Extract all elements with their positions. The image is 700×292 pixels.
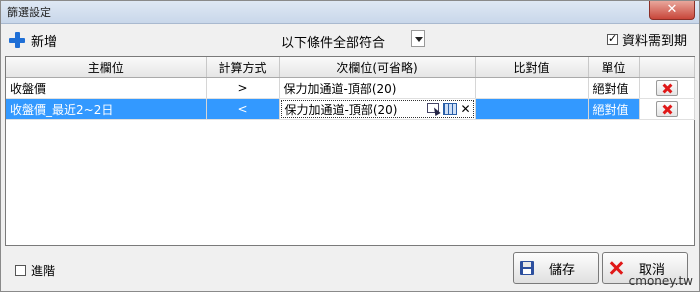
main-field-cell[interactable]: 收盤價 — [6, 77, 207, 99]
column-header-compare-value[interactable]: 比對值 — [475, 57, 589, 78]
secondary-field-input[interactable]: 保力加通道-頂部(20) ✕ — [280, 100, 474, 118]
save-button-label: 儲存 — [548, 262, 575, 278]
watermark: cmoney.tw — [628, 274, 693, 288]
filter-settings-dialog: 篩選設定 ✕ 新增 以下條件全部符合 資料需到期 主欄位 計算方式 次欄位(可省… — [0, 0, 700, 292]
column-header-delete — [639, 57, 695, 78]
close-button[interactable]: ✕ — [649, 1, 695, 20]
checkbox-unchecked-icon[interactable] — [15, 265, 26, 276]
column-header-main-field[interactable]: 主欄位 — [6, 57, 207, 78]
delete-row-button[interactable] — [655, 101, 678, 117]
plus-icon — [9, 32, 25, 48]
table-row[interactable]: 收盤價 > 保力加通道-頂部(20) 絕對值 — [6, 77, 695, 99]
main-field-cell[interactable]: 收盤價_最近2~2日 — [6, 98, 207, 120]
secondary-field-cell[interactable]: 保力加通道-頂部(20) — [279, 77, 476, 99]
operator-cell[interactable]: < — [206, 98, 280, 120]
save-button[interactable]: 儲存 — [513, 252, 599, 284]
chevron-down-icon[interactable] — [411, 30, 425, 47]
unit-cell[interactable]: 絕對值 — [588, 77, 640, 99]
editor-buttons: ✕ — [426, 102, 471, 115]
column-header-secondary-field[interactable]: 次欄位(可省略) — [279, 57, 476, 78]
table-select-icon[interactable] — [443, 102, 458, 115]
secondary-field-editor[interactable]: 保力加通道-頂部(20) ✕ — [279, 98, 476, 120]
toolbar: 新增 以下條件全部符合 資料需到期 — [5, 26, 695, 54]
delete-row-button[interactable] — [655, 80, 678, 96]
conditions-grid: 主欄位 計算方式 次欄位(可省略) 比對值 單位 收盤價 > 保力加通道-頂部(… — [5, 56, 695, 246]
table-row-selected[interactable]: 收盤價_最近2~2日 < 保力加通道-頂部(20) ✕ 絕對值 — [6, 98, 695, 120]
condition-mode-select[interactable]: 以下條件全部符合 — [281, 32, 385, 51]
header-row: 主欄位 計算方式 次欄位(可省略) 比對值 單位 — [6, 57, 695, 78]
window-title: 篩選設定 — [7, 6, 51, 19]
advanced-label: 進階 — [31, 264, 56, 278]
pick-field-icon[interactable] — [426, 102, 440, 115]
conditions-table: 主欄位 計算方式 次欄位(可省略) 比對值 單位 收盤價 > 保力加通道-頂部(… — [6, 57, 695, 120]
compare-value-cell[interactable] — [475, 77, 589, 99]
column-header-unit[interactable]: 單位 — [588, 57, 640, 78]
clear-icon[interactable]: ✕ — [460, 103, 470, 115]
secondary-field-value: 保力加通道-頂部(20) — [284, 102, 398, 117]
unit-cell[interactable]: 絕對值 — [588, 98, 640, 120]
delete-cell — [639, 98, 695, 120]
need-expiry-checkbox[interactable]: 資料需到期 — [606, 30, 687, 49]
add-condition-button[interactable]: 新增 — [9, 28, 69, 52]
need-expiry-label: 資料需到期 — [621, 34, 687, 49]
cancel-x-icon — [609, 260, 625, 276]
delete-cell — [639, 77, 695, 99]
floppy-disk-icon — [520, 261, 534, 275]
checkbox-checked-icon[interactable] — [606, 32, 618, 45]
column-header-operator[interactable]: 計算方式 — [206, 57, 280, 78]
title-bar: 篩選設定 ✕ — [1, 1, 699, 24]
operator-cell[interactable]: > — [206, 77, 280, 99]
advanced-checkbox[interactable]: 進階 — [15, 262, 55, 279]
compare-value-cell[interactable] — [475, 98, 589, 120]
add-condition-label: 新增 — [31, 34, 58, 50]
